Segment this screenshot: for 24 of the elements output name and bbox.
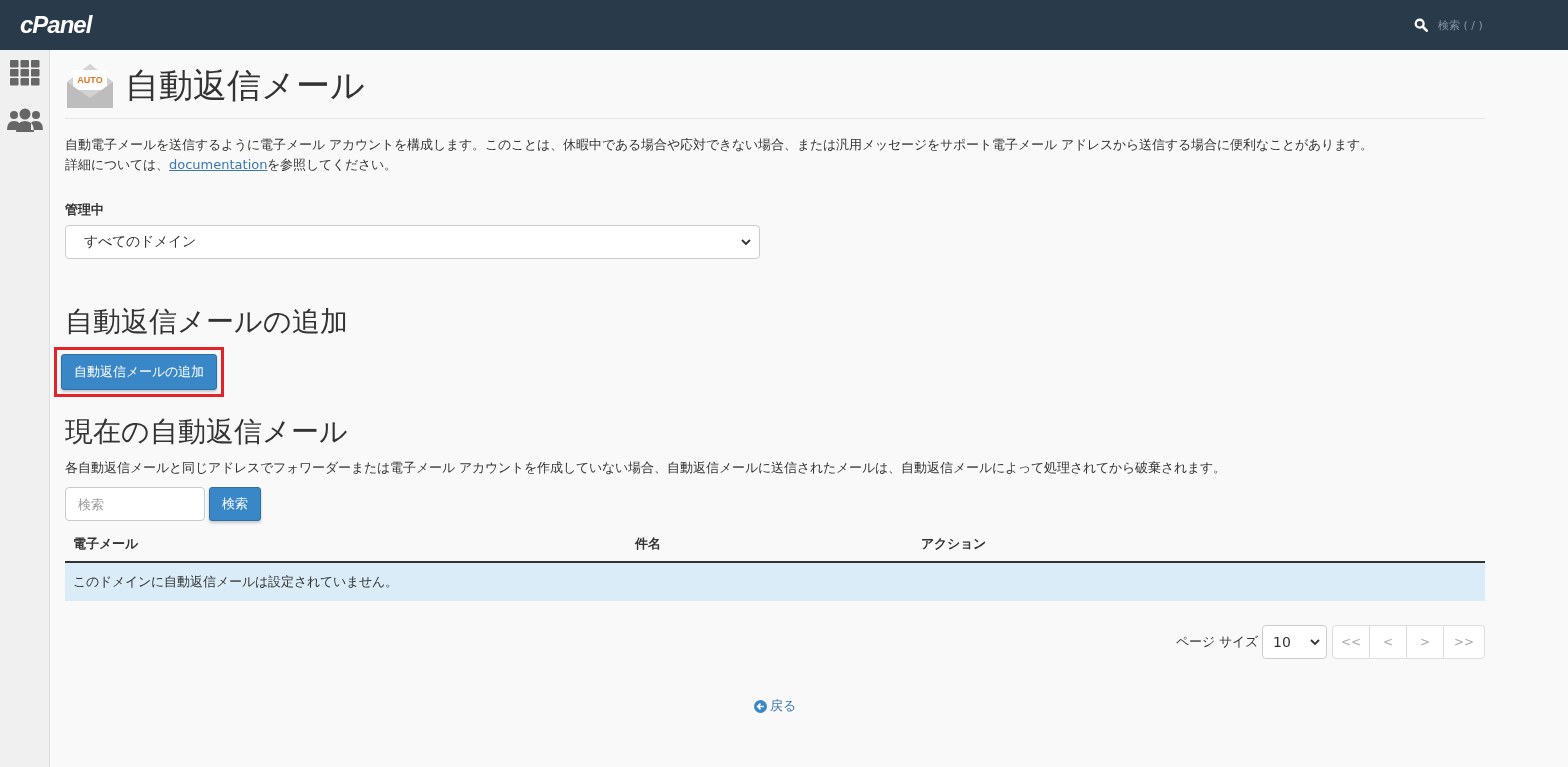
domain-select[interactable]: すべてのドメイン (65, 225, 760, 259)
page-size-select[interactable]: 10 (1262, 625, 1327, 659)
documentation-link[interactable]: documentation (169, 157, 268, 172)
search-field[interactable]: 検索 ( / ) (1436, 17, 1510, 33)
page-title: 自動返信メール (125, 64, 365, 107)
grid-icon[interactable] (9, 60, 40, 86)
page-size-label: ページ サイズ (1175, 633, 1258, 651)
back-link[interactable]: 戻る (754, 697, 796, 715)
add-autoresponder-button[interactable]: 自動返信メールの追加 (61, 354, 217, 390)
chevron-icon (1310, 639, 1320, 645)
description-text: 自動電子メールを送信するように電子メール アカウントを構成します。このことは、休暇中である場合や応対できない場合、または汎用メッセージをサポート電子メール アドレスから送信する場合に便利なことがあります。 詳細については、documentationを参照してください。 (65, 136, 1375, 174)
section-heading: 現在の自動返信メール (65, 414, 349, 450)
search-icon (1414, 18, 1428, 32)
cpanel-logo[interactable]: cPanel (20, 11, 92, 39)
users-icon[interactable] (6, 108, 43, 132)
empty-message: このドメインに自動返信メールは設定されていません。 (65, 562, 1485, 601)
back-arrow-icon (754, 699, 767, 713)
search-button[interactable]: 検索 (209, 487, 261, 521)
field-label: 管理中 (65, 201, 104, 219)
section-heading: 自動返信メールの追加 (65, 304, 349, 340)
chevron-icon (741, 239, 751, 245)
note-text: 各自動返信メールと同じアドレスでフォワーダーまたは電子メール アカウントを作成していない場合、自動返信メールに送信されたメールは、自動返信メールによって処理されてから破棄されます。 (65, 459, 1228, 477)
search-field[interactable]: 検索 (65, 487, 205, 521)
envelope-auto-icon: AUTO (65, 62, 115, 110)
